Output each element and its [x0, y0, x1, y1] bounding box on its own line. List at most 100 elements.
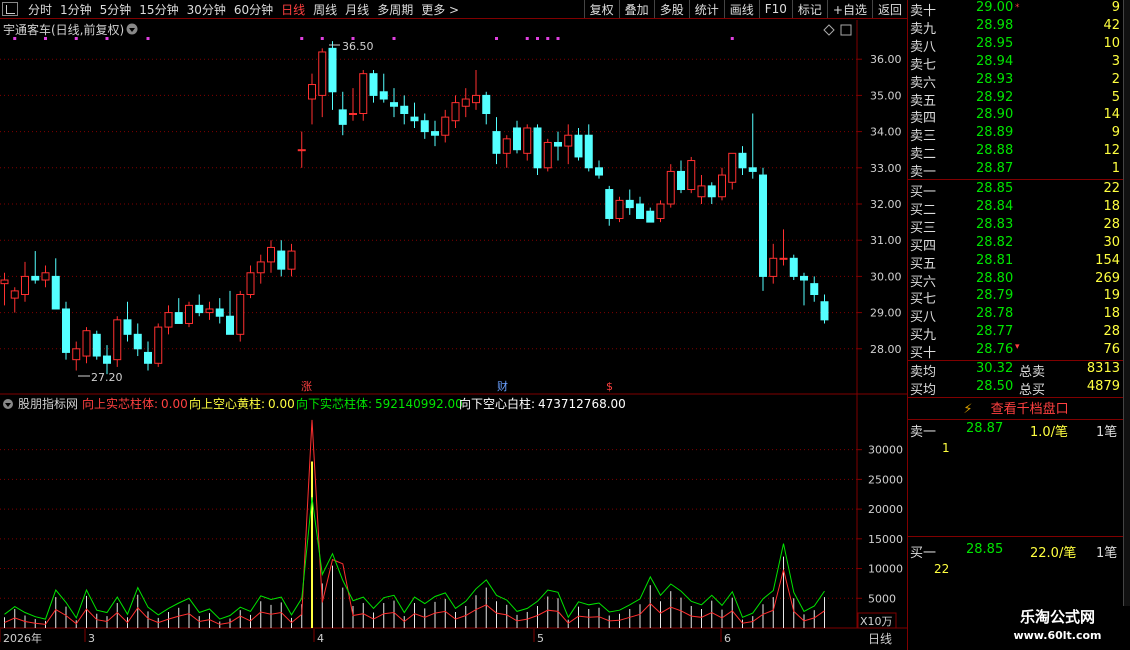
timeframe-tab-9[interactable]: 多周期 [373, 1, 417, 18]
signal-dot [525, 37, 529, 40]
bid-row[interactable]: 买六 28.80 269 [908, 271, 1124, 290]
candle-body-up [728, 152, 737, 183]
ask-row[interactable]: 卖八 28.95 10 [908, 35, 1124, 55]
ask-price: 28.88 [976, 143, 1014, 159]
candle-body-up [154, 326, 163, 364]
candle-body-up [543, 141, 552, 169]
bid-row[interactable]: 买三 28.83 28 [908, 216, 1124, 236]
tool-button-0[interactable]: 复权 [583, 0, 619, 18]
price-chart[interactable]: 28.0029.0030.0031.0032.0033.0034.0035.00… [0, 20, 907, 650]
candle-body-up [502, 138, 511, 154]
time-tick-label: 3 [88, 632, 95, 645]
ask-label: 卖八 [910, 39, 937, 55]
timeframe-tab-6[interactable]: 日线 [277, 1, 309, 18]
candle-body-down [420, 120, 429, 133]
tool-button-6[interactable]: 标记 [791, 0, 827, 18]
ask1_detail-row[interactable]: 卖一 28.87 1.0/笔 1笔 [908, 421, 1124, 440]
bid-price: 28.78 [976, 306, 1014, 322]
timeframe-tab-8[interactable]: 月线 [341, 1, 373, 18]
ask1_detail-label: 卖一 [910, 425, 937, 440]
timeframe-tab-3[interactable]: 15分钟 [135, 1, 182, 18]
bid-row[interactable]: 买八 28.78 18 [908, 306, 1124, 325]
event-marker-finance[interactable]: 财 [497, 379, 508, 393]
timeframe-tab-4[interactable]: 30分钟 [183, 1, 230, 18]
timeframe-tab-10[interactable]: 更多 > [417, 1, 463, 18]
indicator-tick-label: 25000 [868, 473, 903, 486]
candle-body-down [215, 308, 224, 317]
candle-body-up [472, 94, 480, 104]
bid-row[interactable]: 买十 28.76 ▾ 76 [908, 342, 1124, 361]
chart-type-icon[interactable] [2, 2, 18, 16]
candle-body-up [523, 127, 532, 154]
bid-row[interactable]: 买一 28.85 22 [908, 181, 1124, 200]
time-tick-label: 5 [537, 632, 544, 645]
bid-row[interactable]: 买四 28.82 30 [908, 235, 1124, 254]
candle [113, 316, 122, 367]
ask-row[interactable]: 卖四 28.90 14 [908, 107, 1124, 126]
ask-volume: 14 [1103, 107, 1120, 123]
timeframe-tab-2[interactable]: 5分钟 [96, 1, 136, 18]
tool-button-2[interactable]: 多股 [653, 0, 689, 18]
ask-row[interactable]: 卖五 28.92 5 [908, 90, 1124, 109]
bid-row[interactable]: 买九 28.77 28 [908, 324, 1124, 343]
ask_avg-total: 8313 [1086, 361, 1120, 376]
ask-row[interactable]: 卖十 29.00 ⁎ 9 [908, 0, 1124, 19]
candle-body-down [759, 174, 767, 277]
bid-volume: 154 [1095, 252, 1120, 268]
price-tick-label: 35.00 [870, 89, 902, 102]
candle-body-down [820, 301, 829, 321]
tool-button-4[interactable]: 画线 [723, 0, 759, 18]
depth-detail-button[interactable]: ⚡ 查看千档盘口 [908, 398, 1124, 418]
candle-body-down [328, 47, 337, 93]
event-marker-limit-up[interactable]: 涨 [301, 380, 312, 393]
candle-body-down [677, 170, 685, 191]
price-tick-label: 31.00 [870, 234, 902, 247]
ask-price: 29.00 [976, 0, 1014, 15]
tool-button-8[interactable]: 返回 [871, 0, 907, 18]
bid-row[interactable]: 买七 28.79 19 [908, 288, 1124, 307]
ask-row[interactable]: 卖六 28.93 2 [908, 72, 1124, 91]
bid-label: 买五 [910, 256, 937, 272]
candle-body-down [738, 152, 747, 169]
candle-body-down [369, 73, 378, 96]
timeframe-tab-0[interactable]: 分时 [24, 1, 56, 18]
bid-volume: 22 [1103, 181, 1120, 196]
side-scroll-strip[interactable] [1123, 0, 1130, 650]
price-tick-label: 29.00 [870, 307, 902, 320]
bid-row[interactable]: 买二 28.84 18 [908, 198, 1124, 218]
candle-body-up [359, 73, 368, 114]
signal-dot [300, 37, 304, 40]
bid-price: 28.85 [976, 181, 1014, 196]
legend-up-solid-value: 0.00 [161, 397, 188, 411]
timeframe-tab-7[interactable]: 周线 [309, 1, 341, 18]
ask_avg-row: 卖均 30.32 总卖 8313 [908, 361, 1124, 380]
ask-volume: 3 [1111, 53, 1120, 69]
bid-volume: 28 [1103, 324, 1120, 340]
tool-button-1[interactable]: 叠加 [618, 0, 654, 18]
tool-button-5[interactable]: F10 [758, 0, 792, 18]
legend-down-hollow-value: 473712768.00 [538, 397, 626, 411]
ask-row[interactable]: 卖三 28.89 9 [908, 125, 1124, 144]
tool-button-7[interactable]: +自选 [826, 0, 872, 18]
bid-row[interactable]: 买五 28.81 154 [908, 252, 1124, 272]
ask_avg-price: 30.32 [976, 361, 1014, 376]
ask-volume: 10 [1103, 35, 1120, 51]
timeframe-tab-5[interactable]: 60分钟 [230, 1, 277, 18]
tool-button-3[interactable]: 统计 [688, 0, 724, 18]
candle-body-up [615, 199, 624, 219]
event-marker-dividend[interactable]: $ [606, 380, 613, 393]
time-tick-label: 4 [317, 632, 324, 645]
bid1_detail-row[interactable]: 买一 28.85 22.0/笔 1笔 [908, 542, 1124, 561]
ask-row[interactable]: 卖二 28.88 12 [908, 143, 1124, 162]
bid-volume: 18 [1103, 198, 1120, 214]
ask-row[interactable]: 卖一 28.87 1 [908, 161, 1124, 180]
ask-row[interactable]: 卖九 28.98 42 [908, 18, 1124, 37]
bid-label: 买一 [910, 185, 937, 200]
candle-body-up [246, 272, 255, 295]
bid-volume: 28 [1103, 216, 1120, 232]
ask-row[interactable]: 卖七 28.94 3 [908, 53, 1124, 73]
signal-dot [536, 37, 539, 40]
timeframe-tab-1[interactable]: 1分钟 [56, 1, 96, 18]
candle-body-down [625, 199, 634, 209]
ask1_detail-queue: 1 [942, 441, 950, 455]
